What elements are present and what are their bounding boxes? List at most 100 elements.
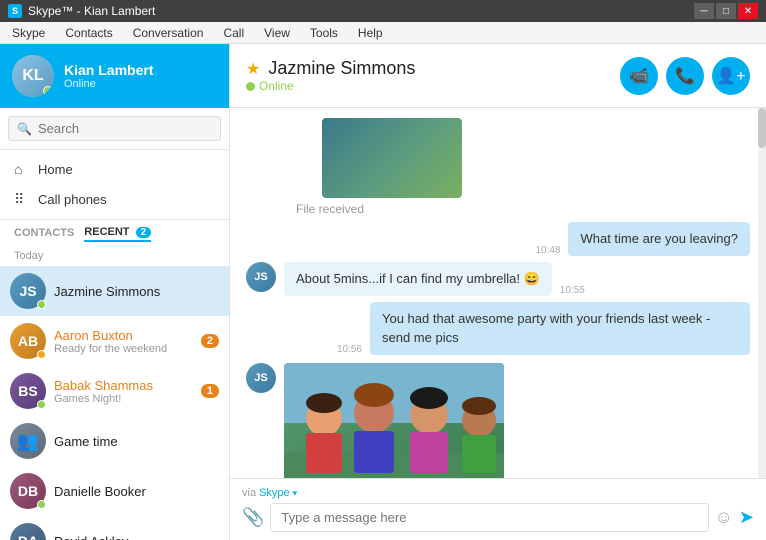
- unread-badge-babak: 1: [201, 384, 219, 398]
- via-text: via: [242, 487, 256, 499]
- msg-bubble-outgoing-2: You had that awesome party with your fri…: [370, 302, 750, 354]
- search-input[interactable]: [38, 121, 212, 136]
- contact-avatar-jazmine: JS: [10, 273, 46, 309]
- skype-icon: S: [8, 4, 22, 18]
- menu-view[interactable]: View: [256, 24, 298, 42]
- titlebar-left: S Skype™ - Kian Lambert: [8, 4, 155, 18]
- tab-recent-label: RECENT: [84, 226, 129, 238]
- contact-item-danielle[interactable]: DB Danielle Booker: [0, 466, 229, 516]
- chat-panel: ★ Jazmine Simmons Online 📹 📞 👤+: [230, 44, 766, 540]
- msg-row-incoming-1: JS About 5mins...if I can find my umbrel…: [246, 262, 750, 296]
- status-dot-aaron: [37, 350, 46, 359]
- tab-recent[interactable]: RECENT 2: [84, 226, 151, 242]
- recent-badge: 2: [136, 227, 152, 238]
- minimize-button[interactable]: ─: [694, 3, 714, 19]
- video-call-button[interactable]: 📹: [620, 57, 658, 95]
- contact-item-gametime[interactable]: 👥 Game time: [0, 416, 229, 466]
- star-icon[interactable]: ★: [246, 59, 260, 79]
- home-icon: ⌂: [14, 161, 30, 177]
- via-skype-label: via Skype ▾: [242, 487, 754, 499]
- scrollbar-thumb[interactable]: [758, 108, 766, 148]
- voice-call-button[interactable]: 📞: [666, 57, 704, 95]
- msg-row-outgoing-2: 10:56 You had that awesome party with yo…: [246, 302, 750, 354]
- msg-avatar-jazmine: JS: [246, 262, 276, 292]
- contact-info-gametime: Game time: [54, 434, 219, 449]
- menu-call[interactable]: Call: [215, 24, 252, 42]
- menu-skype[interactable]: Skype: [4, 24, 53, 42]
- nav-items: ⌂ Home ⠿ Call phones: [0, 150, 229, 220]
- unread-badge-aaron: 2: [201, 334, 219, 348]
- search-bar: 🔍: [0, 108, 229, 150]
- search-input-wrap: 🔍: [8, 116, 221, 141]
- party-photo: [284, 363, 504, 478]
- search-icon: 🔍: [17, 122, 32, 136]
- menu-tools[interactable]: Tools: [302, 24, 346, 42]
- contact-name-babak: Babak Shammas: [54, 378, 193, 393]
- contact-sub-aaron: Ready for the weekend: [54, 343, 193, 355]
- chevron-down-icon[interactable]: ▾: [293, 488, 298, 499]
- messages-area[interactable]: File received 10:48 What time are you le…: [230, 108, 766, 478]
- attach-button[interactable]: 📎: [242, 507, 264, 528]
- add-people-button[interactable]: 👤+: [712, 57, 750, 95]
- nav-home[interactable]: ⌂ Home: [0, 154, 229, 184]
- video-icon: 📹: [629, 66, 649, 86]
- skype-link[interactable]: Skype: [259, 487, 290, 499]
- chat-actions: 📹 📞 👤+: [620, 57, 750, 95]
- contacts-tabs: CONTACTS RECENT 2: [0, 220, 229, 246]
- add-person-icon: 👤+: [716, 66, 745, 86]
- contact-info-danielle: Danielle Booker: [54, 484, 219, 499]
- msg-row-outgoing-1: 10:48 What time are you leaving?: [246, 222, 750, 256]
- contact-sub-babak: Games Night!: [54, 393, 193, 405]
- main-layout: KL Kian Lambert Online 🔍 ⌂ Home ⠿ Cal: [0, 44, 766, 540]
- contact-info-babak: Babak Shammas Games Night!: [54, 378, 193, 405]
- contact-item-aaron[interactable]: AB Aaron Buxton Ready for the weekend 2: [0, 316, 229, 366]
- contact-name-jazmine: Jazmine Simmons: [54, 284, 219, 299]
- msg-bubble-incoming-1: About 5mins...if I can find my umbrella!…: [284, 262, 552, 296]
- file-image-top: [284, 118, 750, 198]
- scrollbar-track[interactable]: [758, 108, 766, 478]
- section-today-label: Today: [0, 246, 229, 266]
- titlebar-controls: ─ □ ✕: [694, 3, 758, 19]
- status-dot-babak: [37, 400, 46, 409]
- file-received-label-top: File received: [246, 202, 750, 216]
- contact-name-david: David Ackley: [54, 534, 219, 540]
- contact-info-jazmine: Jazmine Simmons: [54, 284, 219, 299]
- contact-name-danielle: Danielle Booker: [54, 484, 219, 499]
- chat-status-text: Online: [259, 79, 294, 93]
- contact-item-babak[interactable]: BS Babak Shammas Games Night! 1: [0, 366, 229, 416]
- emoji-button[interactable]: ☺: [715, 507, 733, 528]
- contact-avatar-gametime: 👥: [10, 423, 46, 459]
- contact-item-jazmine[interactable]: JS Jazmine Simmons: [0, 266, 229, 316]
- left-panel: KL Kian Lambert Online 🔍 ⌂ Home ⠿ Cal: [0, 44, 230, 540]
- contact-avatar-david: DA: [10, 523, 46, 540]
- msg-time-1: 10:48: [535, 245, 560, 256]
- contact-info-david: David Ackley: [54, 534, 219, 540]
- send-button[interactable]: ➤: [739, 507, 754, 528]
- contact-avatar-aaron: AB: [10, 323, 46, 359]
- chat-status: Online: [246, 79, 610, 93]
- tab-contacts[interactable]: CONTACTS: [14, 227, 74, 241]
- chat-header: ★ Jazmine Simmons Online 📹 📞 👤+: [230, 44, 766, 108]
- chat-status-dot: [246, 82, 255, 91]
- msg-avatar-jazmine-2: JS: [246, 363, 276, 393]
- message-input-area: via Skype ▾ 📎 ☺ ➤: [230, 478, 766, 540]
- menu-help[interactable]: Help: [350, 24, 391, 42]
- profile-status: Online: [64, 78, 217, 90]
- maximize-button[interactable]: □: [716, 3, 736, 19]
- file-image-preview: [322, 118, 462, 198]
- profile-header[interactable]: KL Kian Lambert Online: [0, 44, 229, 108]
- close-button[interactable]: ✕: [738, 3, 758, 19]
- menu-contacts[interactable]: Contacts: [57, 24, 120, 42]
- nav-call-phones[interactable]: ⠿ Call phones: [0, 184, 229, 215]
- contact-info-aaron: Aaron Buxton Ready for the weekend: [54, 328, 193, 355]
- msg-bubble-outgoing-1: What time are you leaving?: [568, 222, 750, 256]
- input-row: 📎 ☺ ➤: [242, 503, 754, 532]
- chat-name-text: Jazmine Simmons: [268, 58, 415, 79]
- message-text-input[interactable]: [270, 503, 708, 532]
- contact-avatar-danielle: DB: [10, 473, 46, 509]
- avatar: KL: [12, 55, 54, 97]
- contact-item-david[interactable]: DA David Ackley: [0, 516, 229, 540]
- contact-name-aaron: Aaron Buxton: [54, 328, 193, 343]
- phone-icon: 📞: [675, 66, 695, 86]
- menu-conversation[interactable]: Conversation: [125, 24, 212, 42]
